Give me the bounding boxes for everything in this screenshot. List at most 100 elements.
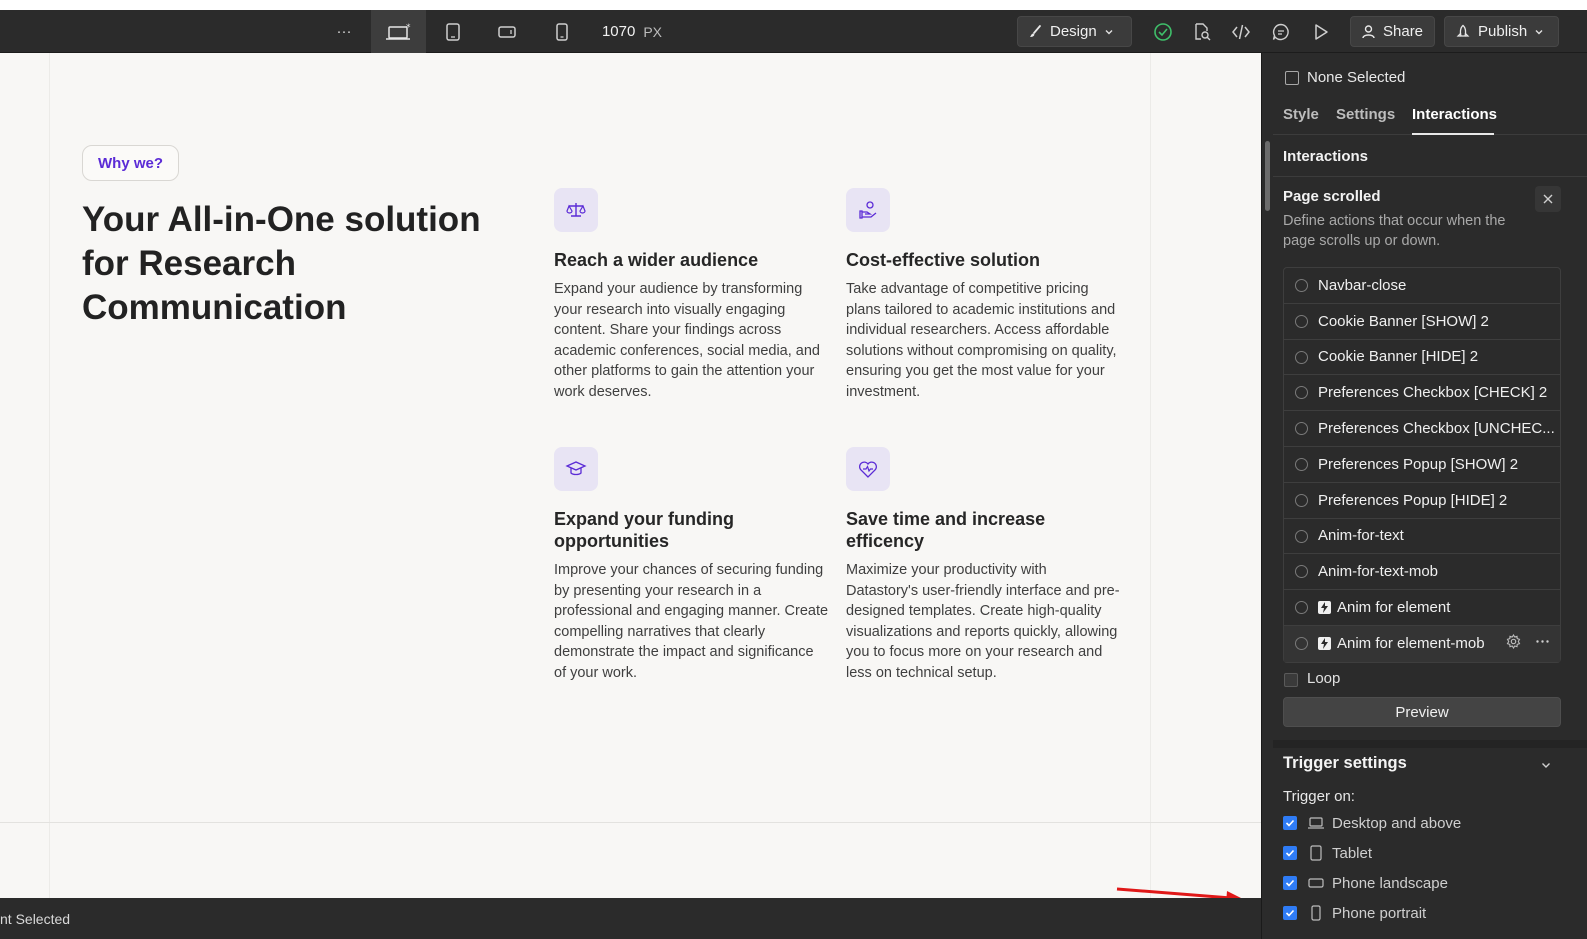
feature-card[interactable]: Expand your funding opportunities Improv… (554, 447, 829, 684)
comments-button[interactable] (1268, 10, 1294, 53)
design-canvas[interactable]: Why we? Your All-in-One solution for Res… (0, 53, 1261, 898)
radio-button[interactable] (1295, 386, 1308, 400)
portrait-trigger-checkbox[interactable] (1283, 906, 1297, 920)
share-label: Share (1383, 23, 1424, 40)
page-search-icon (1195, 22, 1211, 40)
feature-icon-box (846, 188, 890, 232)
trigger-portrait-row[interactable]: Phone portrait (1283, 902, 1426, 924)
loop-checkbox[interactable] (1284, 673, 1298, 687)
list-item[interactable]: Anim-for-text (1284, 519, 1560, 555)
list-item[interactable]: Cookie Banner [SHOW] 2 (1284, 304, 1560, 340)
lightning-icon (1318, 637, 1331, 651)
hero-title[interactable]: Your All-in-One solution for Research Co… (82, 198, 502, 330)
right-settings-panel: None Selected Style Settings Interaction… (1273, 53, 1587, 939)
comment-icon (1272, 23, 1289, 40)
list-item[interactable]: Anim-for-text-mob (1284, 554, 1560, 591)
share-button[interactable]: Share (1350, 16, 1435, 47)
list-item[interactable]: Preferences Popup [HIDE] 2 (1284, 483, 1560, 519)
design-mode-button[interactable]: Design (1017, 16, 1132, 47)
trigger-landscape-row[interactable]: Phone landscape (1283, 872, 1448, 894)
radio-button[interactable] (1295, 601, 1308, 615)
radio-button[interactable] (1295, 493, 1308, 507)
radio-button[interactable] (1295, 279, 1308, 292)
trigger-tablet-label: Tablet (1332, 844, 1373, 862)
list-item-label: Anim-for-text (1318, 527, 1404, 545)
code-view-button[interactable] (1228, 10, 1254, 53)
feature-card[interactable]: Save time and increase efficency Maximiz… (846, 447, 1121, 684)
page-search-button[interactable] (1189, 10, 1215, 53)
canvas-width-field[interactable]: 1070 PX (597, 10, 667, 53)
feature-body: Take advantage of competitive pricing pl… (846, 281, 1117, 400)
desktop-trigger-checkbox[interactable] (1283, 816, 1297, 830)
red-arrow-annotation (1116, 887, 1241, 898)
feature-title: Expand your funding opportunities (554, 509, 734, 551)
radio-button[interactable] (1295, 529, 1308, 543)
trigger-settings-title: Trigger settings (1283, 754, 1407, 772)
page-scrolled-title: Page scrolled (1283, 188, 1381, 205)
canvas-scrollbar[interactable] (1261, 53, 1273, 939)
phone-portrait-breakpoint-button[interactable] (545, 10, 579, 53)
radio-button[interactable] (1295, 457, 1308, 471)
list-item[interactable]: Cookie Banner [HIDE] 2 (1284, 340, 1560, 376)
trigger-portrait-label: Phone portrait (1332, 904, 1427, 922)
feature-title: Cost-effective solution (846, 250, 1041, 270)
canvas-scroll-thumb[interactable] (1265, 141, 1270, 211)
feature-card[interactable]: Reach a wider audience Expand your audie… (554, 188, 829, 403)
tablet-trigger-checkbox[interactable] (1283, 846, 1297, 860)
radio-button[interactable] (1295, 314, 1308, 328)
user-icon (1362, 25, 1375, 39)
radio-button[interactable] (1295, 565, 1308, 579)
brush-icon (1030, 25, 1041, 37)
list-item[interactable]: Anim for element-mob (1284, 625, 1560, 662)
list-item-label: Cookie Banner [SHOW] 2 (1318, 312, 1489, 330)
tab-style[interactable]: Style (1283, 106, 1319, 123)
preview-button[interactable]: Preview (1283, 697, 1561, 727)
rocket-icon (1456, 24, 1470, 37)
active-tab-indicator (1412, 133, 1494, 135)
landscape-trigger-checkbox[interactable] (1283, 876, 1297, 890)
list-item-label: Anim-for-text-mob (1318, 563, 1439, 581)
trigger-tablet-row[interactable]: Tablet (1283, 842, 1372, 864)
tablet-breakpoint-button[interactable] (436, 10, 470, 53)
feature-body: Maximize your productivity with Datastor… (846, 562, 1120, 681)
phone-landscape-breakpoint-button[interactable] (490, 10, 524, 53)
close-trigger-button[interactable] (1535, 186, 1561, 212)
list-item[interactable]: Preferences Popup [SHOW] 2 (1284, 447, 1560, 483)
tab-settings[interactable]: Settings (1336, 106, 1395, 123)
heart-pulse-icon (858, 461, 878, 478)
status-bar: nt Selected (0, 898, 1261, 939)
selection-checkbox[interactable] (1285, 71, 1299, 85)
radio-button[interactable] (1295, 422, 1308, 436)
feature-icon-box (846, 447, 890, 491)
section-divider (0, 822, 1261, 823)
divider (1273, 176, 1587, 177)
audit-check-button[interactable] (1150, 10, 1176, 53)
list-item[interactable]: Preferences Checkbox [UNCHEC... (1284, 411, 1560, 447)
feature-card[interactable]: Cost-effective solution Take advantage o… (846, 188, 1121, 403)
interaction-list: Navbar-close Cookie Banner [SHOW] 2 Cook… (1283, 267, 1561, 663)
list-item[interactable]: Navbar-close (1284, 268, 1560, 304)
publish-button[interactable]: Publish (1444, 16, 1559, 47)
radio-button[interactable] (1295, 636, 1308, 650)
scales-icon (566, 203, 586, 217)
phone-portrait-icon (1307, 905, 1325, 921)
svg-text:*: * (406, 23, 411, 33)
chevron-down-icon[interactable] (1540, 759, 1552, 771)
more-horizontal-icon[interactable] (1535, 634, 1550, 649)
feature-icon-box (554, 447, 598, 491)
trigger-desktop-row[interactable]: Desktop and above (1283, 812, 1461, 834)
tab-interactions[interactable]: Interactions (1412, 106, 1497, 123)
gear-icon[interactable] (1506, 633, 1521, 649)
list-item[interactable]: Preferences Checkbox [CHECK] 2 (1284, 375, 1560, 412)
list-item[interactable]: Anim for element (1284, 590, 1560, 626)
preview-play-button[interactable] (1308, 10, 1334, 53)
why-we-pill[interactable]: Why we? (82, 145, 180, 181)
list-item-label: Cookie Banner [HIDE] 2 (1318, 348, 1479, 366)
desktop-breakpoint-button[interactable]: * (371, 10, 426, 53)
list-item-label: Preferences Popup [HIDE] 2 (1318, 491, 1508, 509)
more-menu-button[interactable]: ··· (328, 10, 360, 53)
canvas-width-value: 1070 (601, 23, 636, 40)
laptop-icon (1307, 816, 1325, 830)
radio-button[interactable] (1295, 350, 1308, 364)
phone-portrait-icon (556, 22, 568, 41)
